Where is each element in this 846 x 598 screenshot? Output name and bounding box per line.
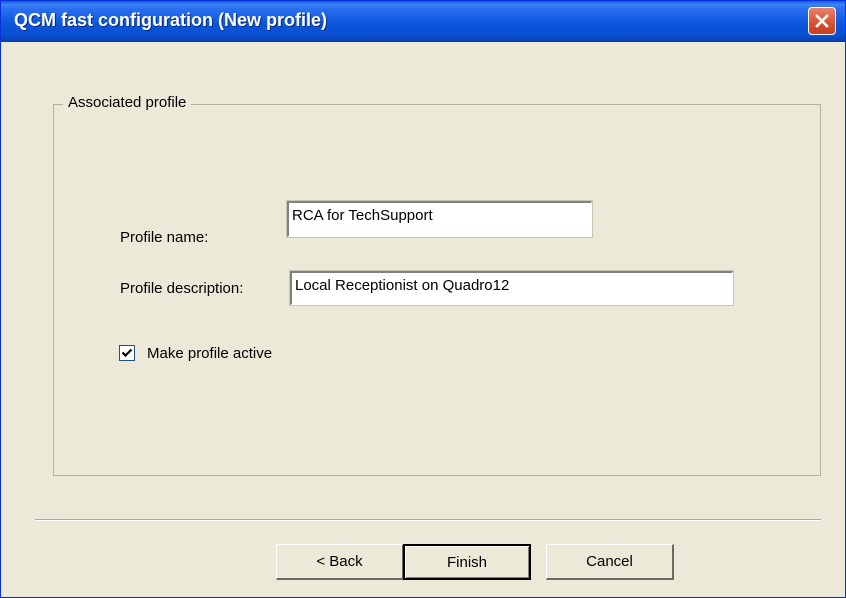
- profile-name-input[interactable]: RCA for TechSupport: [286, 200, 593, 238]
- profile-description-label: Profile description:: [120, 280, 244, 297]
- make-active-label[interactable]: Make profile active: [147, 345, 272, 362]
- close-button[interactable]: [808, 7, 836, 35]
- profile-description-input[interactable]: Local Receptionist on Quadro12: [289, 270, 734, 306]
- title-bar[interactable]: QCM fast configuration (New profile): [1, 1, 845, 42]
- group-legend: Associated profile: [63, 94, 192, 111]
- profile-name-label: Profile name:: [120, 229, 209, 246]
- cancel-button[interactable]: Cancel: [546, 544, 674, 580]
- make-active-checkbox[interactable]: [119, 345, 135, 361]
- separator: [35, 519, 821, 521]
- finish-button[interactable]: Finish: [403, 544, 531, 580]
- back-button[interactable]: < Back: [276, 544, 404, 580]
- window-title: QCM fast configuration (New profile): [14, 10, 327, 30]
- close-icon: [815, 14, 829, 28]
- checkmark-icon: [121, 348, 133, 358]
